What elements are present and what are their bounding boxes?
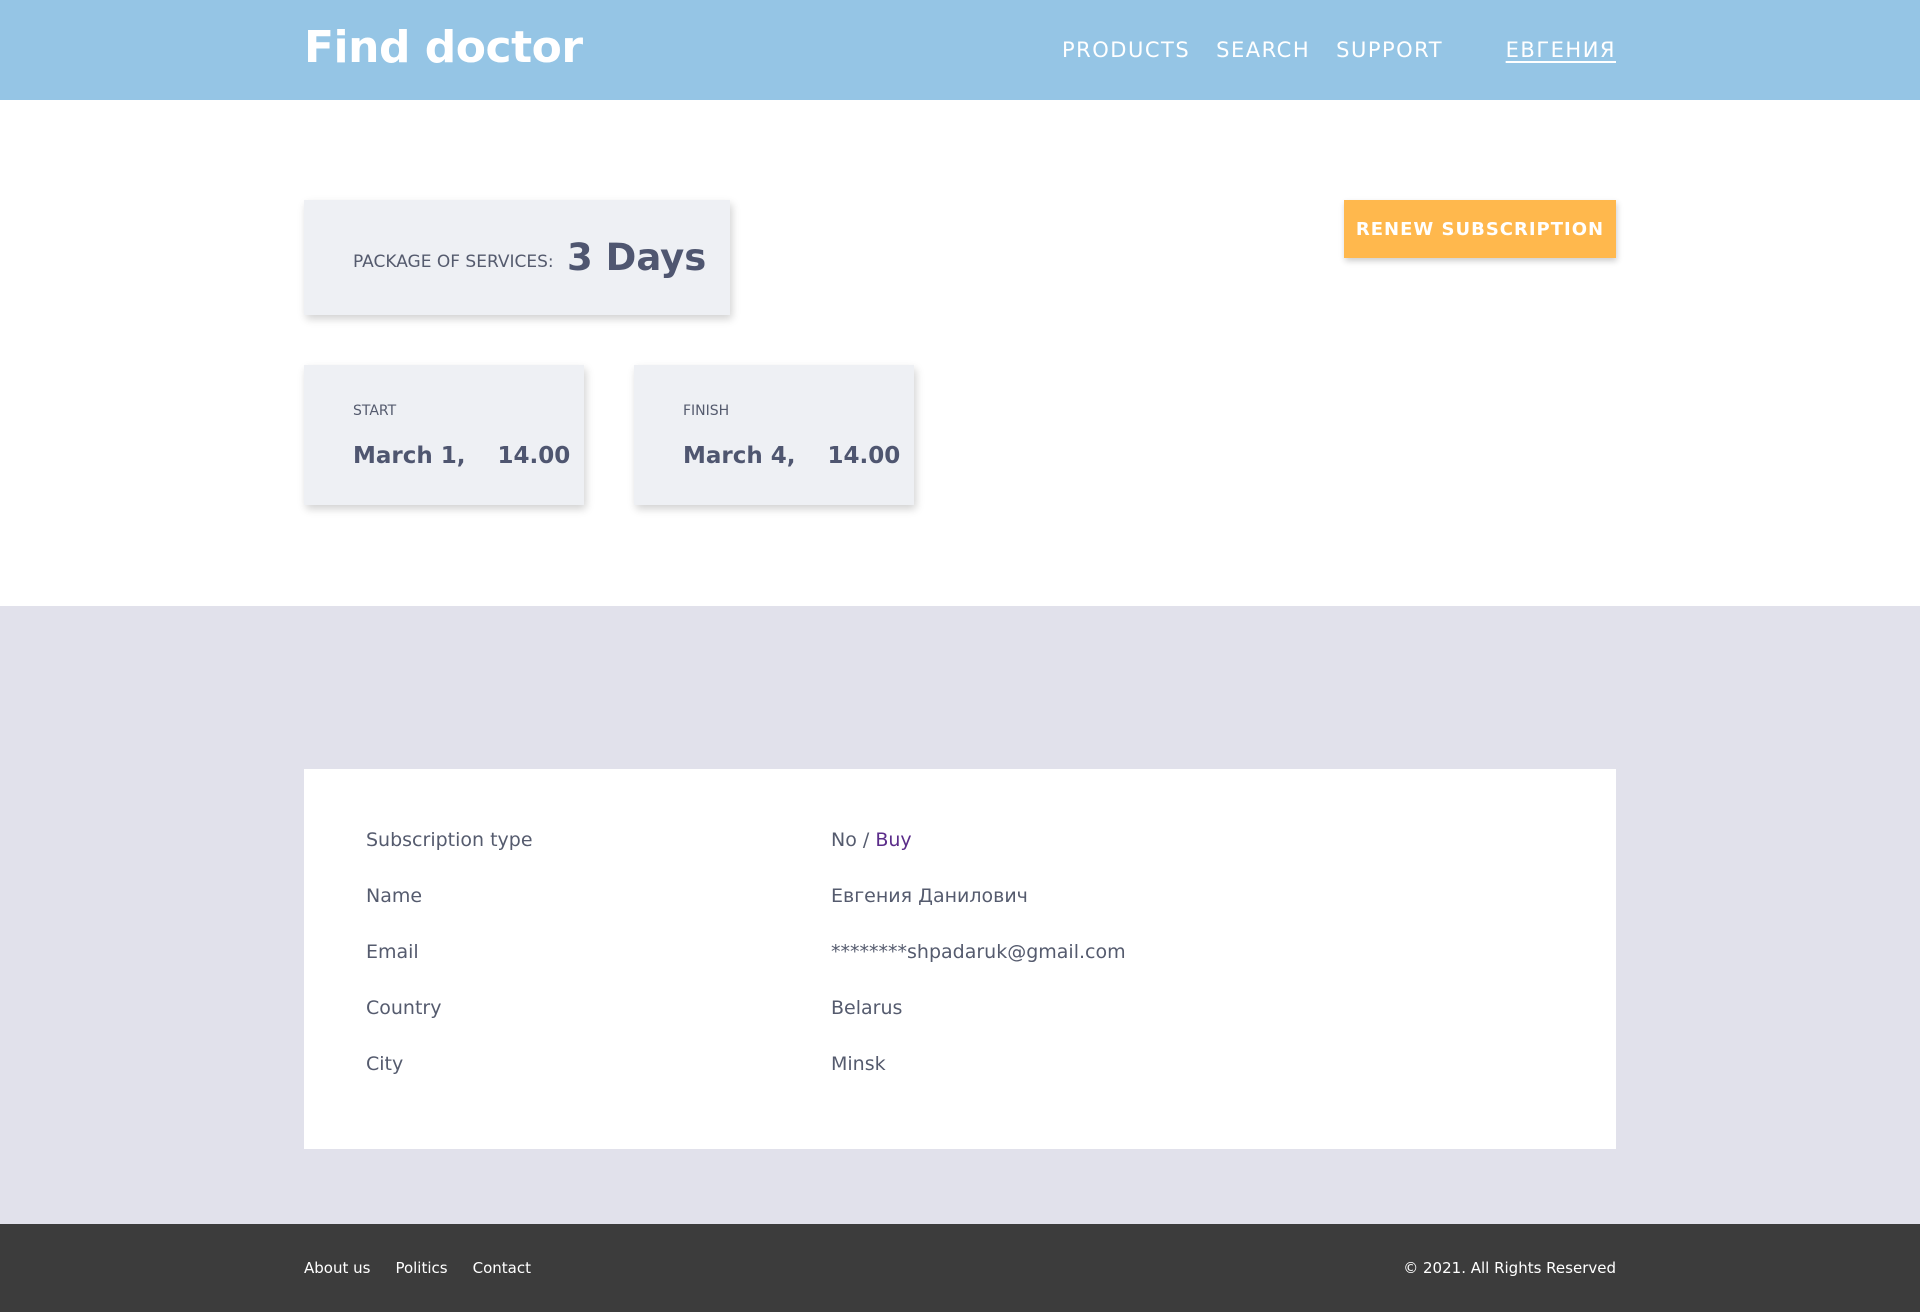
subscription-type-value-group: No / Buy: [831, 829, 912, 851]
nav-item-search[interactable]: SEARCH: [1216, 38, 1310, 62]
main-nav: PRODUCTS SEARCH SUPPORT: [1062, 38, 1469, 62]
package-value: 3 Days: [567, 236, 707, 279]
package-card: PACKAGE OF SERVICES: 3 Days: [304, 200, 730, 315]
site-logo[interactable]: Find doctor: [304, 22, 583, 73]
copyright-text: © 2021. All Rights Reserved: [1403, 1259, 1616, 1277]
name-label: Name: [366, 885, 423, 907]
nav-item-support[interactable]: SUPPORT: [1336, 38, 1443, 62]
profile-info-section: Subscription type No / Buy Name Евгения …: [0, 606, 1920, 1224]
info-row-email: Email ********shpadaruk@gmail.com: [366, 941, 1566, 971]
country-value: Belarus: [831, 997, 903, 1019]
start-label: START: [353, 403, 397, 419]
footer-links: About us Politics Contact: [304, 1259, 556, 1277]
info-row-subscription-type: Subscription type No / Buy: [366, 829, 1566, 859]
name-value: Евгения Данилович: [831, 885, 1028, 907]
site-header: Find doctor PRODUCTS SEARCH SUPPORT ЕВГЕ…: [0, 0, 1920, 100]
subscription-type-value: No: [831, 829, 857, 851]
footer-link-about[interactable]: About us: [304, 1259, 370, 1277]
start-value: March 1, 14.00: [353, 443, 571, 469]
footer-link-contact[interactable]: Contact: [473, 1259, 531, 1277]
nav-item-products[interactable]: PRODUCTS: [1062, 38, 1190, 62]
info-row-name: Name Евгения Данилович: [366, 885, 1566, 915]
city-value: Minsk: [831, 1053, 886, 1075]
email-label: Email: [366, 941, 419, 963]
profile-info-card: Subscription type No / Buy Name Евгения …: [304, 769, 1616, 1149]
site-footer: About us Politics Contact © 2021. All Ri…: [0, 1224, 1920, 1312]
subscription-section: PACKAGE OF SERVICES: 3 Days RENEW SUBSCR…: [0, 100, 1920, 606]
finish-label: FINISH: [683, 403, 730, 419]
finish-value: March 4, 14.00: [683, 443, 901, 469]
finish-card: FINISH March 4, 14.00: [634, 365, 914, 505]
country-label: Country: [366, 997, 442, 1019]
info-row-city: City Minsk: [366, 1053, 1566, 1083]
subscription-type-label: Subscription type: [366, 829, 533, 851]
renew-subscription-button[interactable]: RENEW SUBSCRIPTION: [1344, 200, 1616, 258]
subscription-separator: /: [856, 829, 876, 851]
package-label: PACKAGE OF SERVICES:: [353, 252, 554, 272]
email-value: ********shpadaruk@gmail.com: [831, 941, 1126, 963]
footer-link-politics[interactable]: Politics: [395, 1259, 447, 1277]
user-profile-link[interactable]: ЕВГЕНИЯ: [1506, 38, 1616, 62]
buy-link[interactable]: Buy: [875, 829, 911, 851]
start-card: START March 1, 14.00: [304, 365, 584, 505]
city-label: City: [366, 1053, 404, 1075]
info-row-country: Country Belarus: [366, 997, 1566, 1027]
